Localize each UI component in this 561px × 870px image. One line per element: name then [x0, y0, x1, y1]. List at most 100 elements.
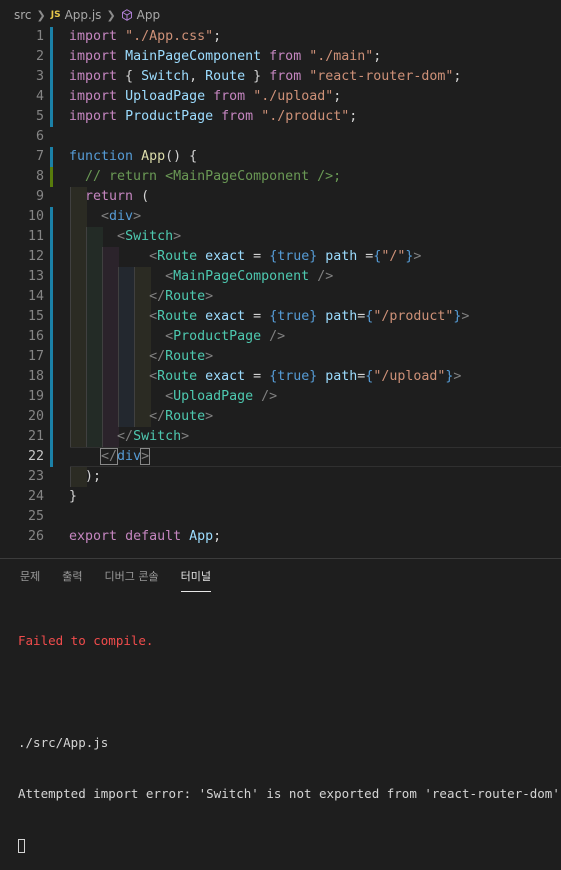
- code-line: 2 import MainPageComponent from "./main";: [0, 47, 561, 67]
- code-line: 13 <MainPageComponent />: [0, 267, 561, 287]
- code-text: </Route>: [149, 349, 214, 364]
- code-text: </div>: [100, 448, 151, 465]
- gutter-change-marker: [50, 367, 53, 387]
- javascript-file-icon: JS: [50, 10, 61, 20]
- line-number: 25: [27, 509, 44, 524]
- line-number: 2: [35, 49, 44, 64]
- gutter-change-marker: [50, 307, 53, 327]
- code-text: <Route exact = {true} path={"/upload"}>: [149, 369, 462, 384]
- gutter-change-marker: [50, 87, 53, 107]
- chevron-right-icon: ❯: [106, 8, 116, 22]
- code-text: <UploadPage />: [165, 389, 278, 404]
- code-text: </Switch>: [117, 429, 190, 444]
- line-number: 11: [27, 229, 44, 244]
- code-line: 3 import { Switch, Route } from "react-ro…: [0, 67, 561, 87]
- code-line: 12 <Route exact = {true} path ={"/"}>: [0, 247, 561, 267]
- gutter-change-marker: [50, 167, 53, 187]
- gutter-change-marker: [50, 347, 53, 367]
- code-text: import ProductPage from "./product";: [69, 109, 358, 124]
- line-number: 14: [27, 289, 44, 304]
- code-line: 1 import "./App.css";: [0, 27, 561, 47]
- terminal-output[interactable]: Failed to compile. ./src/App.js Attempte…: [18, 598, 561, 870]
- terminal-cursor: [18, 838, 25, 853]
- line-number: 5: [35, 109, 44, 124]
- gutter-change-marker: [50, 327, 53, 347]
- code-line: 6: [0, 127, 561, 147]
- breadcrumb: src ❯ JS App.js ❯ App: [0, 0, 561, 30]
- breadcrumb-symbol[interactable]: App: [137, 8, 160, 22]
- line-number: 26: [27, 529, 44, 544]
- code-text: <div>: [101, 209, 142, 224]
- code-text: </Route>: [149, 409, 214, 424]
- code-line: 20 </Route>: [0, 407, 561, 427]
- code-line: 10 <div>: [0, 207, 561, 227]
- line-number: 6: [35, 129, 44, 144]
- tab-output[interactable]: 출력: [62, 559, 82, 595]
- code-text: function App() {: [69, 149, 198, 164]
- line-number: 1: [35, 29, 44, 44]
- terminal-file-line: ./src/App.js: [18, 735, 109, 750]
- code-editor[interactable]: 1 import "./App.css"; 2 import MainPageCom…: [0, 27, 561, 557]
- code-line: 21 </Switch>: [0, 427, 561, 447]
- code-line: 14 </Route>: [0, 287, 561, 307]
- gutter-change-marker: [50, 247, 53, 267]
- code-text: import { Switch, Route } from "react-rou…: [69, 69, 462, 84]
- code-text: <Switch>: [117, 229, 182, 244]
- line-number: 12: [27, 249, 44, 264]
- gutter-change-marker: [50, 67, 53, 87]
- line-number: 23: [27, 469, 44, 484]
- line-number: 8: [35, 169, 44, 184]
- line-number: 3: [35, 69, 44, 84]
- terminal-error-line: Failed to compile.: [18, 633, 154, 648]
- code-text: <Route exact = {true} path ={"/"}>: [149, 249, 422, 264]
- code-line: 4 import UploadPage from "./upload";: [0, 87, 561, 107]
- line-number: 9: [35, 189, 44, 204]
- code-text: }: [69, 489, 78, 504]
- code-line: 8 // return <MainPageComponent />;: [0, 167, 561, 187]
- line-number: 20: [27, 409, 44, 424]
- line-number: 15: [27, 309, 44, 324]
- code-text: <ProductPage />: [165, 329, 286, 344]
- code-line-current: 22 </div>: [0, 447, 561, 467]
- gutter-change-marker: [50, 447, 53, 467]
- gutter-change-marker: [50, 147, 53, 167]
- code-line: 18 <Route exact = {true} path={"/upload"…: [0, 367, 561, 387]
- gutter-change-marker: [50, 387, 53, 407]
- code-text: // return <MainPageComponent />;: [85, 169, 342, 184]
- code-text: return (: [85, 189, 150, 204]
- code-text: import MainPageComponent from "./main";: [69, 49, 382, 64]
- line-number: 17: [27, 349, 44, 364]
- line-number: 24: [27, 489, 44, 504]
- tab-problems[interactable]: 문제: [20, 559, 40, 595]
- code-line: 19 <UploadPage />: [0, 387, 561, 407]
- code-line: 9 return (: [0, 187, 561, 207]
- line-number: 16: [27, 329, 44, 344]
- breadcrumb-file[interactable]: App.js: [65, 8, 102, 22]
- gutter-change-marker: [50, 267, 53, 287]
- line-number: 21: [27, 429, 44, 444]
- tab-debug-console[interactable]: 디버그 콘솔: [105, 559, 159, 595]
- terminal-message-line: Attempted import error: 'Switch' is not …: [18, 786, 561, 801]
- gutter-change-marker: [50, 227, 53, 247]
- tab-terminal[interactable]: 터미널: [180, 559, 212, 595]
- gutter-change-marker: [50, 407, 53, 427]
- code-line: 25: [0, 507, 561, 527]
- code-text: <MainPageComponent />: [165, 269, 334, 284]
- breadcrumb-folder[interactable]: src: [14, 8, 32, 22]
- code-line: 15 <Route exact = {true} path={"/product…: [0, 307, 561, 327]
- code-line: 7 function App() {: [0, 147, 561, 167]
- code-line: 26 export default App;: [0, 527, 561, 547]
- line-number: 19: [27, 389, 44, 404]
- code-text: <Route exact = {true} path={"/product"}>: [149, 309, 470, 324]
- code-text: import UploadPage from "./upload";: [69, 89, 342, 104]
- line-number: 22: [27, 449, 44, 464]
- code-text: </Route>: [149, 289, 214, 304]
- code-text: import "./App.css";: [69, 29, 222, 44]
- code-line: 11 <Switch>: [0, 227, 561, 247]
- code-text: export default App;: [69, 529, 222, 544]
- line-number: 7: [35, 149, 44, 164]
- code-line: 23 );: [0, 467, 561, 487]
- line-number: 13: [27, 269, 44, 284]
- symbol-method-icon: [121, 9, 132, 21]
